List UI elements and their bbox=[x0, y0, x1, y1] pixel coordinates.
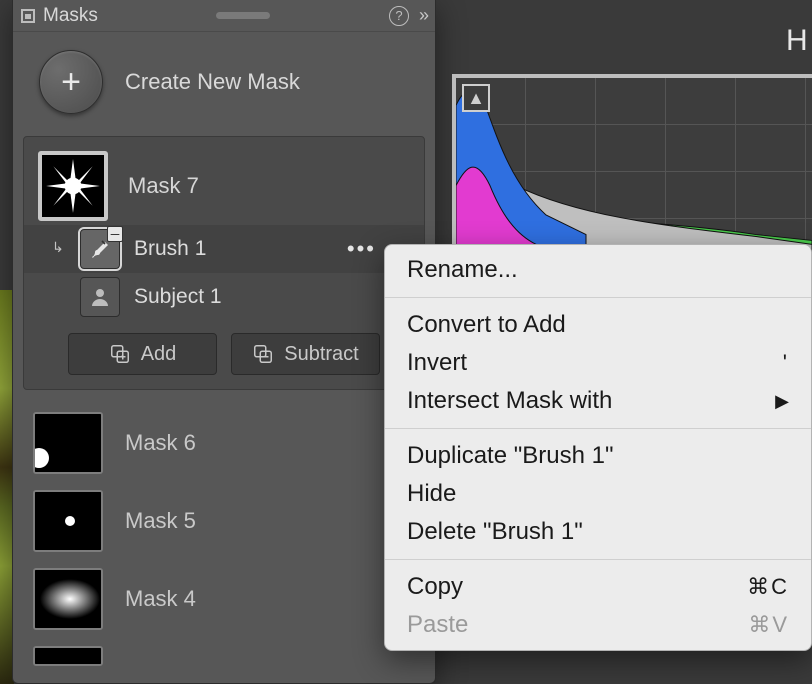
ctx-convert-to-add[interactable]: Convert to Add bbox=[385, 306, 811, 344]
mask-thumbnail bbox=[38, 151, 108, 221]
mask-label: Mask 6 bbox=[125, 430, 196, 456]
panel-drag-handle[interactable] bbox=[216, 12, 270, 19]
ctx-intersect-submenu[interactable]: Intersect Mask with ▶ bbox=[385, 382, 811, 420]
subtract-badge-icon: － bbox=[107, 226, 123, 242]
mask-item-mask7[interactable]: Mask 7 bbox=[24, 147, 424, 225]
ctx-item-label: Paste bbox=[407, 611, 468, 639]
subtract-button-label: Subtract bbox=[284, 343, 358, 366]
ctx-delete[interactable]: Delete "Brush 1" bbox=[385, 513, 811, 551]
triangle-up-icon: ▲ bbox=[467, 88, 485, 109]
starburst-icon bbox=[45, 158, 101, 214]
ctx-shortcut: ⌘C bbox=[747, 574, 789, 600]
mask-thumbnail bbox=[33, 646, 103, 666]
ctx-rename[interactable]: Rename... bbox=[385, 251, 811, 289]
subject-icon bbox=[80, 277, 120, 317]
panel-expand-icon[interactable]: » bbox=[419, 5, 425, 26]
ctx-invert[interactable]: Invert ' bbox=[385, 344, 811, 382]
mask-thumbnail bbox=[33, 490, 103, 552]
ctx-separator bbox=[385, 559, 811, 560]
ctx-item-label: Duplicate "Brush 1" bbox=[407, 442, 613, 470]
ctx-shortcut: ⌘V bbox=[748, 612, 789, 638]
help-icon[interactable]: ? bbox=[389, 6, 409, 26]
mask-item-mask5[interactable]: Mask 5 bbox=[13, 482, 435, 560]
mask-thumbnail bbox=[33, 568, 103, 630]
mask-label: Mask 4 bbox=[125, 586, 196, 612]
ctx-separator bbox=[385, 428, 811, 429]
submenu-arrow-icon: ▶ bbox=[775, 391, 789, 412]
more-options-icon[interactable]: ••• bbox=[347, 236, 376, 262]
mask-item-mask6[interactable]: Mask 6 bbox=[13, 404, 435, 482]
mask-label: Mask 5 bbox=[125, 508, 196, 534]
ctx-item-label: Delete "Brush 1" bbox=[407, 518, 583, 546]
panel-title: Masks bbox=[43, 5, 98, 27]
ctx-item-label: Rename... bbox=[407, 256, 518, 284]
mask-component-brush1[interactable]: ↳ － Brush 1 ••• bbox=[24, 225, 424, 273]
mask-label: Mask 7 bbox=[128, 173, 199, 199]
add-mask-icon[interactable]: + bbox=[39, 50, 103, 114]
create-new-mask-label: Create New Mask bbox=[125, 69, 300, 95]
ctx-item-label: Intersect Mask with bbox=[407, 387, 612, 415]
add-shape-icon bbox=[109, 343, 131, 365]
add-component-button[interactable]: Add bbox=[68, 333, 217, 375]
histogram-header-letter: H bbox=[786, 24, 808, 58]
ctx-copy[interactable]: Copy ⌘C bbox=[385, 568, 811, 606]
masks-panel: Masks ? » + Create New Mask bbox=[12, 0, 436, 684]
mask-component-label: Subject 1 bbox=[134, 285, 418, 309]
context-menu: Rename... Convert to Add Invert ' Inters… bbox=[384, 244, 812, 651]
ctx-shortcut: ' bbox=[783, 350, 789, 376]
histogram: ▲ bbox=[452, 74, 812, 264]
brush-icon: － bbox=[80, 229, 120, 269]
subtract-component-button[interactable]: Subtract bbox=[231, 333, 380, 375]
ctx-separator bbox=[385, 297, 811, 298]
add-button-label: Add bbox=[141, 343, 177, 366]
shadow-clipping-indicator[interactable]: ▲ bbox=[462, 84, 490, 112]
masks-panel-header: Masks ? » bbox=[13, 0, 435, 32]
ctx-duplicate[interactable]: Duplicate "Brush 1" bbox=[385, 437, 811, 475]
mask-component-subject1[interactable]: Subject 1 bbox=[24, 273, 424, 321]
mask-thumbnail bbox=[33, 412, 103, 474]
create-new-mask-row[interactable]: + Create New Mask bbox=[13, 32, 435, 136]
mask-group-expanded: Mask 7 ↳ － Brush 1 ••• Subje bbox=[23, 136, 425, 390]
subtract-shape-icon bbox=[252, 343, 274, 365]
histogram-plot bbox=[456, 78, 812, 260]
ctx-item-label: Invert bbox=[407, 349, 467, 377]
ctx-item-label: Copy bbox=[407, 573, 463, 601]
ctx-item-label: Hide bbox=[407, 480, 456, 508]
ctx-item-label: Convert to Add bbox=[407, 311, 566, 339]
panel-collapse-icon[interactable] bbox=[21, 9, 35, 23]
subtract-arrow-icon: ↳ bbox=[52, 239, 66, 256]
mask-item-partial[interactable] bbox=[13, 638, 435, 666]
mask-action-buttons: Add Subtract bbox=[24, 321, 424, 375]
mask-item-mask4[interactable]: Mask 4 bbox=[13, 560, 435, 638]
ctx-paste: Paste ⌘V bbox=[385, 606, 811, 644]
ctx-hide[interactable]: Hide bbox=[385, 475, 811, 513]
